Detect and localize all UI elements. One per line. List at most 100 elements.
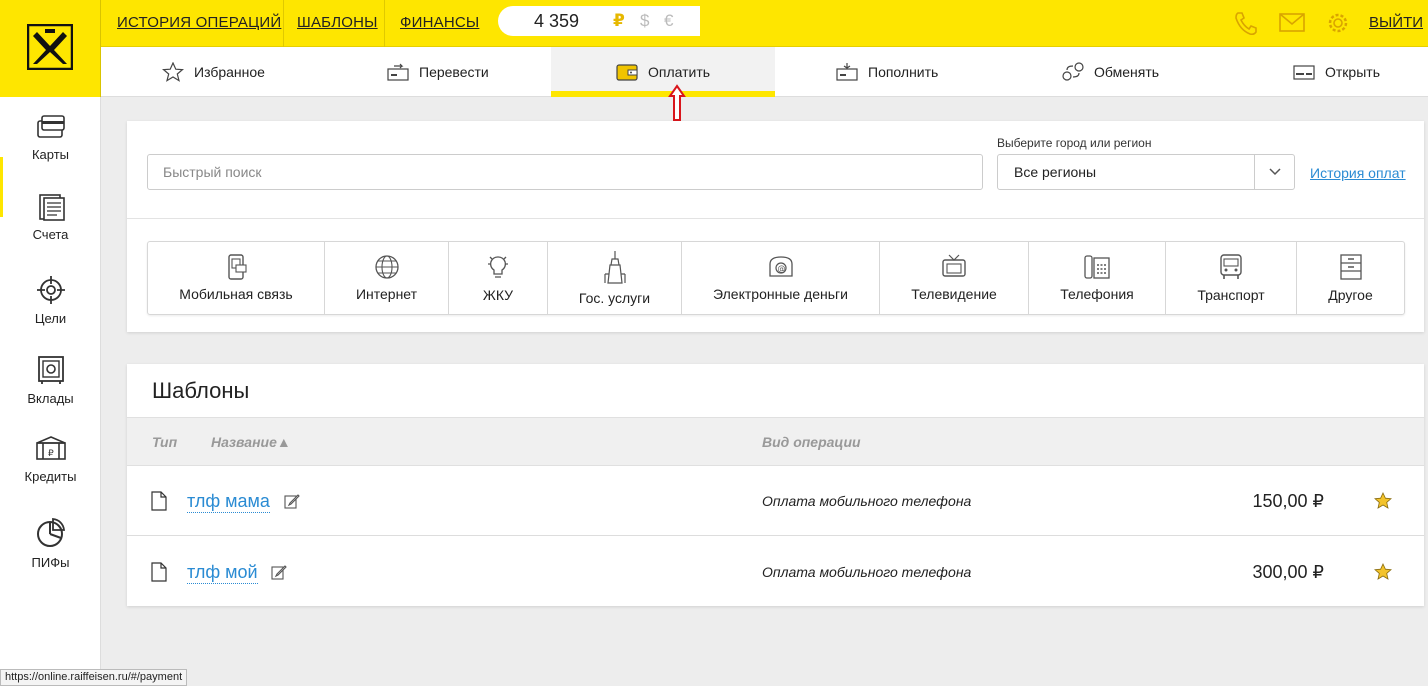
favorite-star-icon[interactable]: [1374, 563, 1392, 580]
template-amount: 300,00 ₽: [1252, 562, 1324, 582]
logo[interactable]: [0, 0, 101, 97]
logout-link[interactable]: ВЫЙТИ: [1369, 14, 1423, 31]
eur-currency[interactable]: €: [664, 11, 673, 31]
history-link-top[interactable]: ИСТОРИЯ ОПЕРАЦИЙ: [117, 14, 281, 31]
sidebar-item-funds[interactable]: ПИФы: [0, 517, 101, 570]
category-e-money[interactable]: @ Электронные деньги: [682, 242, 880, 314]
target-icon: [36, 276, 65, 304]
category-utilities-label: ЖКУ: [482, 287, 514, 303]
separator: [384, 0, 385, 47]
document-icon: [151, 491, 167, 511]
exchange-icon: [1062, 62, 1084, 81]
nav-pay-label: Оплатить: [648, 64, 711, 80]
template-name-link[interactable]: тлф мой: [187, 561, 258, 584]
quick-search-input[interactable]: Быстрый поиск: [147, 154, 983, 190]
mail-icon[interactable]: [1278, 10, 1306, 36]
templates-link-top[interactable]: ШАБЛОНЫ: [297, 14, 378, 31]
table-row[interactable]: тлф мама Оплата мобильного телефона 150,…: [127, 466, 1424, 536]
category-telephony-label: Телефония: [1060, 286, 1134, 302]
rub-currency[interactable]: ₽: [613, 11, 625, 31]
sidebar-item-goals[interactable]: Цели: [0, 275, 101, 326]
category-e-money-label: Электронные деньги: [713, 286, 848, 302]
sidebar-item-goals-label: Цели: [34, 311, 67, 326]
template-amount: 150,00 ₽: [1252, 491, 1324, 511]
bus-icon: [1220, 254, 1242, 279]
balance-amount: 4 359: [534, 10, 580, 31]
category-internet-label: Интернет: [355, 286, 418, 302]
separator: [283, 0, 284, 47]
region-label: Выберите город или регион: [997, 136, 1152, 150]
sidebar: Карты Счета Цели Вклады ₽ Кредиты ПИФы: [0, 97, 101, 686]
nav-exchange-label: Обменять: [1094, 64, 1160, 80]
credit-icon: ₽: [35, 436, 66, 460]
cards-icon: [36, 115, 65, 138]
template-name-link[interactable]: тлф мама: [187, 490, 270, 513]
divider: [127, 218, 1424, 219]
document-icon: [151, 562, 167, 582]
phone-icon[interactable]: [1232, 10, 1260, 36]
sidebar-item-deposits-label: Вклады: [27, 391, 74, 406]
accounts-icon: [38, 194, 65, 221]
templates-table-header: Тип Название▲ Вид операции: [127, 417, 1424, 466]
sidebar-item-accounts-label: Счета: [32, 227, 69, 242]
table-row[interactable]: тлф мой Оплата мобильного телефона 300,0…: [127, 537, 1424, 607]
light-bulb-icon: [488, 256, 508, 278]
globe-www-icon: [374, 255, 399, 279]
svg-text:@: @: [777, 264, 785, 273]
category-internet[interactable]: Интернет: [325, 242, 449, 314]
column-type: Тип: [152, 434, 178, 450]
nav-exchange[interactable]: Обменять: [1062, 47, 1159, 97]
sidebar-item-cards[interactable]: Карты: [0, 113, 101, 162]
nav-topup-label: Пополнить: [868, 64, 939, 80]
chevron-down-icon[interactable]: [1254, 155, 1294, 189]
action-nav: Избранное Перевести Оплатить Пополнить О…: [101, 47, 1428, 97]
region-select[interactable]: Все регионы: [997, 154, 1295, 190]
star-outline-icon: [162, 62, 184, 82]
wallet-money-icon: @: [768, 256, 793, 277]
settings-gear-icon[interactable]: [1324, 10, 1352, 36]
annotation-up-arrow-icon: [668, 84, 686, 121]
category-transport-label: Транспорт: [1197, 287, 1265, 303]
browser-status-url: https://online.raiffeisen.ru/#/payment: [0, 669, 188, 686]
nav-open[interactable]: Открыть: [1293, 47, 1380, 97]
nav-favorites[interactable]: Избранное: [162, 47, 265, 97]
category-gov-services-label: Гос. услуги: [578, 290, 651, 306]
sidebar-item-deposits[interactable]: Вклады: [0, 355, 101, 406]
topup-icon: [836, 63, 858, 81]
tv-icon: [942, 254, 966, 277]
category-utilities[interactable]: ЖКУ: [449, 242, 548, 314]
finance-link-top[interactable]: ФИНАНСЫ: [400, 14, 479, 31]
wallet-icon: [616, 64, 638, 81]
category-mobile-label: Мобильная связь: [179, 286, 293, 302]
sidebar-item-credits-label: Кредиты: [24, 469, 77, 484]
category-tv[interactable]: Телевидение: [880, 242, 1029, 314]
column-name-sort[interactable]: Название▲: [211, 434, 291, 450]
category-mobile[interactable]: Мобильная связь: [148, 242, 325, 314]
usd-currency[interactable]: $: [640, 11, 649, 31]
payment-search-card: Быстрый поиск Выберите город или регион …: [127, 121, 1424, 332]
column-operation: Вид операции: [762, 434, 861, 450]
sidebar-item-accounts[interactable]: Счета: [0, 193, 101, 242]
pie-chart-icon: [36, 518, 65, 547]
balance-widget[interactable]: 4 359 ₽ $ €: [498, 6, 700, 36]
safe-icon: [37, 356, 64, 384]
sidebar-item-credits[interactable]: ₽ Кредиты: [0, 435, 101, 484]
nav-topup[interactable]: Пополнить: [836, 47, 938, 97]
nav-transfer[interactable]: Перевести: [387, 47, 489, 97]
category-transport[interactable]: Транспорт: [1166, 242, 1297, 314]
card-open-icon: [1293, 65, 1315, 80]
nav-pay[interactable]: Оплатить: [616, 47, 710, 97]
payment-categories: Мобильная связь Интернет ЖКУ Гос. услуги…: [147, 241, 1405, 315]
nav-favorites-label: Избранное: [194, 64, 265, 80]
category-telephony[interactable]: Телефония: [1029, 242, 1166, 314]
payment-history-link[interactable]: История оплат: [1310, 165, 1406, 181]
favorite-star-icon[interactable]: [1374, 492, 1392, 509]
category-gov-services[interactable]: Гос. услуги: [548, 242, 682, 314]
edit-pencil-icon[interactable]: [271, 564, 287, 580]
category-other[interactable]: Другое: [1297, 242, 1404, 314]
government-building-icon: [603, 251, 626, 284]
landline-phone-icon: [1084, 255, 1110, 279]
nav-open-label: Открыть: [1325, 64, 1380, 80]
svg-text:₽: ₽: [48, 449, 54, 459]
edit-pencil-icon[interactable]: [284, 493, 300, 509]
